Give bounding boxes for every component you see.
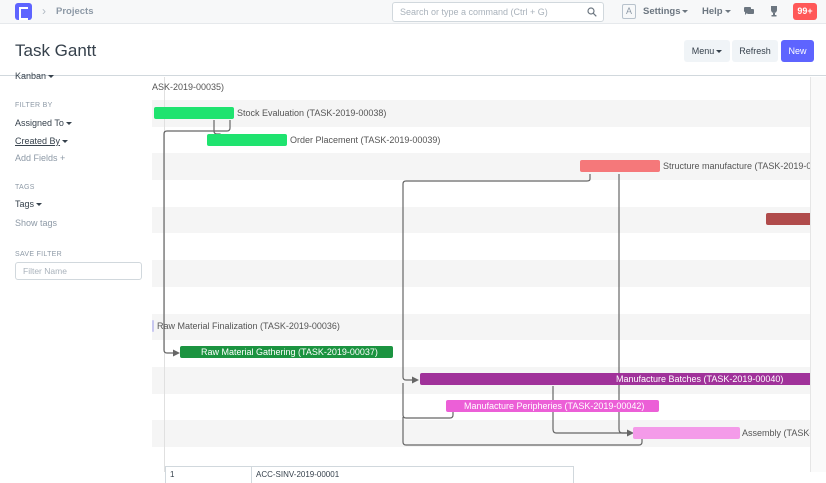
help-dropdown[interactable]: Help <box>702 6 731 17</box>
gantt-bar[interactable] <box>633 427 740 439</box>
navbar: › Projects Search or type a command (Ctr… <box>0 0 826 24</box>
task-label: Assembly (TASK-2 <box>742 428 810 438</box>
show-tags-link[interactable]: Show tags <box>15 218 57 228</box>
tags-label: Tags <box>15 199 35 209</box>
task-label: Structure manufacture (TASK-2019-00 <box>663 161 810 171</box>
page-head: Task Gantt Menu Refresh New <box>0 24 826 76</box>
view-label: Kanban <box>15 71 47 81</box>
new-button[interactable]: New <box>781 40 814 62</box>
filter-name-placeholder: Filter Name <box>23 266 67 276</box>
menu-label: Menu <box>691 46 715 56</box>
caret-down-icon <box>65 122 72 126</box>
caret-down-icon <box>48 75 55 79</box>
gantt-scrollbar[interactable] <box>810 77 826 472</box>
breadcrumb-projects[interactable]: Projects <box>56 6 94 17</box>
caret-down-icon <box>724 9 731 13</box>
menu-button[interactable]: Menu <box>684 40 730 62</box>
caret-down-icon <box>682 9 689 13</box>
caret-down-icon <box>716 50 723 54</box>
caret-down-icon <box>36 203 43 207</box>
assigned-to-label: Assigned To <box>15 118 64 128</box>
search-placeholder: Search or type a command (Ctrl + G) <box>400 7 548 17</box>
avatar[interactable]: A <box>622 4 636 19</box>
trophy-icon[interactable] <box>768 5 780 17</box>
save-filter-heading: SAVE FILTER <box>15 251 62 258</box>
filter-by-heading: FILTER BY <box>15 102 53 109</box>
tags-dropdown[interactable]: Tags <box>15 199 43 209</box>
task-label: Manufacture Peripheries (TASK-2019-00042… <box>464 401 645 411</box>
gantt-bar[interactable] <box>766 213 810 225</box>
refresh-button[interactable]: Refresh <box>732 40 778 62</box>
search-input[interactable]: Search or type a command (Ctrl + G) <box>392 2 604 22</box>
task-label: Stock Evaluation (TASK-2019-00038) <box>237 108 387 118</box>
gantt-bar[interactable] <box>152 320 154 332</box>
task-label: ASK-2019-00035) <box>152 82 225 92</box>
task-label: Manufacture Batches (TASK-2019-00040) <box>616 374 784 384</box>
gantt-chart: ASK-2019-00035) Stock Evaluation (TASK-2… <box>152 77 810 472</box>
row-value: ACC-SINV-2019-00001 <box>256 470 340 479</box>
task-label: Order Placement (TASK-2019-00039) <box>290 135 441 145</box>
sidebar: Kanban FILTER BY Assigned To Created By … <box>0 71 152 483</box>
task-label: Raw Material Finalization (TASK-2019-000… <box>157 321 340 331</box>
gantt-bar[interactable] <box>207 134 287 146</box>
add-fields-label: Add Fields <box>15 153 58 163</box>
plus-icon: + <box>60 153 66 163</box>
settings-label: Settings <box>643 6 681 17</box>
filter-name-input[interactable]: Filter Name <box>15 262 142 280</box>
gantt-bar[interactable] <box>580 160 660 172</box>
settings-dropdown[interactable]: Settings <box>643 6 689 17</box>
caret-down-icon <box>62 140 69 144</box>
filter-created-by[interactable]: Created By <box>15 136 69 146</box>
chevron-right-icon: › <box>42 4 46 18</box>
gantt-bar[interactable] <box>154 107 234 119</box>
filter-assigned-to[interactable]: Assigned To <box>15 118 72 128</box>
add-fields-link[interactable]: Add Fields + <box>15 153 65 163</box>
app-logo[interactable] <box>15 3 32 20</box>
page-title: Task Gantt <box>15 41 97 60</box>
row-number: 1 <box>170 470 175 479</box>
task-label: Raw Material Gathering (TASK-2019-00037) <box>201 347 378 357</box>
view-switcher[interactable]: Kanban <box>15 71 55 81</box>
divider <box>251 467 252 483</box>
table-row: 1 ACC-SINV-2019-00001 <box>165 466 574 483</box>
notifications-badge[interactable]: 99+ <box>793 3 817 20</box>
tags-heading: TAGS <box>15 184 35 191</box>
search-icon <box>587 7 597 17</box>
chat-icon[interactable] <box>743 5 755 17</box>
created-by-label: Created By <box>15 136 61 146</box>
help-label: Help <box>702 6 723 17</box>
